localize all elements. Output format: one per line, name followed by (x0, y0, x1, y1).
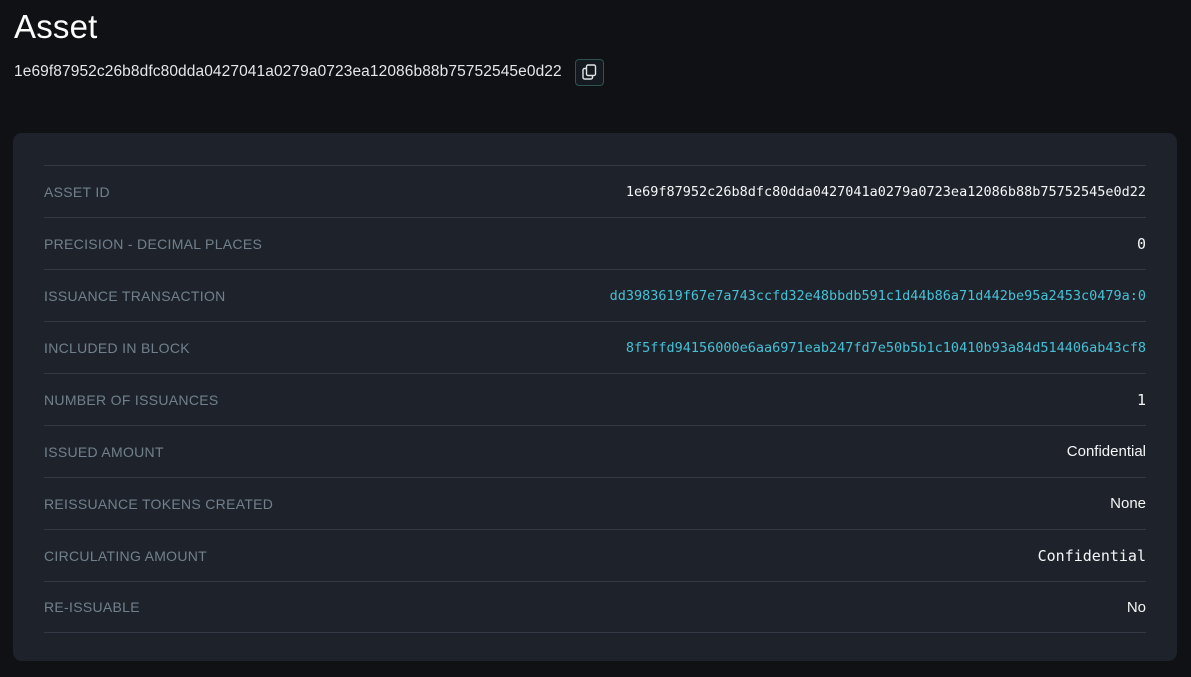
reissuance-tokens-value: None (1110, 495, 1146, 512)
copy-asset-id-button[interactable] (575, 59, 604, 86)
row-label: NUMBER OF ISSUANCES (44, 392, 219, 408)
asset-details-table: ASSET ID 1e69f87952c26b8dfc80dda0427041a… (44, 165, 1146, 633)
circulating-amount-value: Confidential (1038, 547, 1146, 565)
asset-page: Asset 1e69f87952c26b8dfc80dda0427041a027… (0, 0, 1191, 677)
row-precision: PRECISION - DECIMAL PLACES 0 (44, 217, 1146, 269)
row-label: INCLUDED IN BLOCK (44, 340, 190, 356)
issuances-count-value: 1 (1137, 391, 1146, 409)
precision-value: 0 (1137, 235, 1146, 253)
asset-hash-text: 1e69f87952c26b8dfc80dda0427041a0279a0723… (14, 63, 562, 81)
reissuable-value: No (1127, 599, 1146, 616)
row-label: ASSET ID (44, 184, 110, 200)
row-reissuable: RE-ISSUABLE No (44, 581, 1146, 633)
asset-id-value: 1e69f87952c26b8dfc80dda0427041a0279a0723… (626, 184, 1146, 200)
row-circulating-amount: CIRCULATING AMOUNT Confidential (44, 529, 1146, 581)
row-included-in-block: INCLUDED IN BLOCK 8f5ffd94156000e6aa6971… (44, 321, 1146, 373)
issuance-transaction-link[interactable]: dd3983619f67e7a743ccfd32e48bbdb591c1d44b… (610, 288, 1146, 304)
copy-icon (582, 64, 597, 80)
row-label: REISSUANCE TOKENS CREATED (44, 496, 273, 512)
asset-details-card: ASSET ID 1e69f87952c26b8dfc80dda0427041a… (13, 133, 1177, 661)
row-label: RE-ISSUABLE (44, 599, 140, 615)
row-label: ISSUANCE TRANSACTION (44, 288, 226, 304)
page-title: Asset (0, 0, 1191, 46)
row-issued-amount: ISSUED AMOUNT Confidential (44, 425, 1146, 477)
row-label: CIRCULATING AMOUNT (44, 548, 207, 564)
row-label: ISSUED AMOUNT (44, 444, 164, 460)
row-asset-id: ASSET ID 1e69f87952c26b8dfc80dda0427041a… (44, 165, 1146, 217)
issued-amount-value: Confidential (1067, 443, 1146, 460)
row-label: PRECISION - DECIMAL PLACES (44, 236, 262, 252)
row-issuance-transaction: ISSUANCE TRANSACTION dd3983619f67e7a743c… (44, 269, 1146, 321)
row-reissuance-tokens: REISSUANCE TOKENS CREATED None (44, 477, 1146, 529)
asset-hash-row: 1e69f87952c26b8dfc80dda0427041a0279a0723… (14, 58, 1191, 86)
included-block-link[interactable]: 8f5ffd94156000e6aa6971eab247fd7e50b5b1c1… (626, 340, 1146, 356)
row-number-of-issuances: NUMBER OF ISSUANCES 1 (44, 373, 1146, 425)
